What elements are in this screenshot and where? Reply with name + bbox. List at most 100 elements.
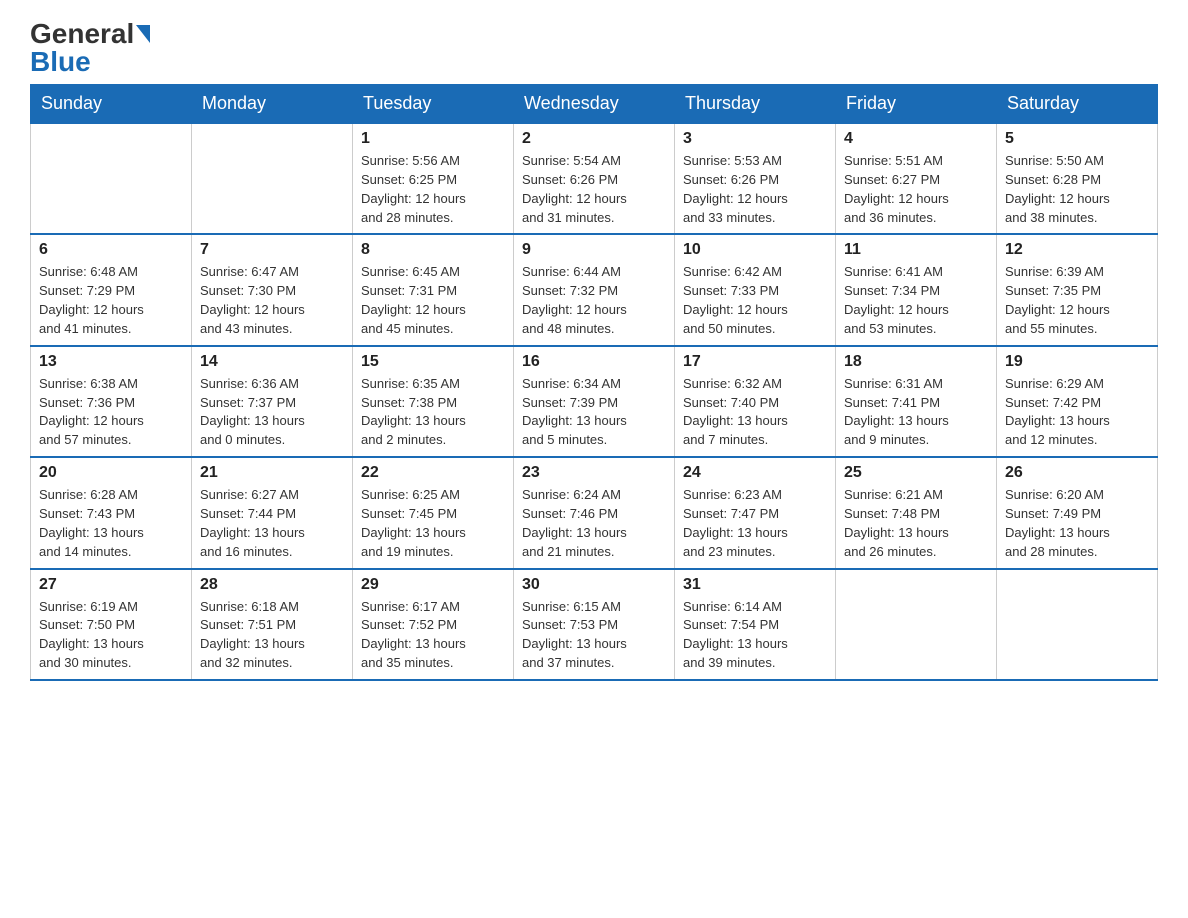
day-number: 9 [522,241,666,259]
day-number: 22 [361,464,505,482]
calendar-cell: 11 Sunrise: 6:41 AM Sunset: 7:34 PM Dayli… [836,234,997,345]
calendar-cell: 8 Sunrise: 6:45 AM Sunset: 7:31 PM Daylig… [353,234,514,345]
calendar-cell: 18 Sunrise: 6:31 AM Sunset: 7:41 PM Dayli… [836,346,997,457]
day-number: 8 [361,241,505,259]
calendar-cell: 26 Sunrise: 6:20 AM Sunset: 7:49 PM Dayli… [997,457,1158,568]
calendar-week-row: 27Sunrise: 6:19 AM Sunset: 7:50 PM Dayli… [31,569,1158,680]
calendar-cell: 1Sunrise: 5:56 AM Sunset: 6:25 PM Daylig… [353,123,514,234]
day-info: Sunrise: 6:17 AM Sunset: 7:52 PM Dayligh… [361,598,505,673]
calendar-table: SundayMondayTuesdayWednesdayThursdayFrid… [30,84,1158,681]
weekday-header-sunday: Sunday [31,85,192,124]
day-number: 23 [522,464,666,482]
day-number: 28 [200,576,344,594]
weekday-header-wednesday: Wednesday [514,85,675,124]
day-number: 19 [1005,353,1149,371]
day-number: 3 [683,130,827,148]
day-number: 10 [683,241,827,259]
calendar-week-row: 6Sunrise: 6:48 AM Sunset: 7:29 PM Daylig… [31,234,1158,345]
day-info: Sunrise: 6:18 AM Sunset: 7:51 PM Dayligh… [200,598,344,673]
day-number: 17 [683,353,827,371]
calendar-cell: 14 Sunrise: 6:36 AM Sunset: 7:37 PM Dayli… [192,346,353,457]
day-info: Sunrise: 5:54 AM Sunset: 6:26 PM Dayligh… [522,152,666,227]
calendar-cell: 13 Sunrise: 6:38 AM Sunset: 7:36 PM Dayli… [31,346,192,457]
calendar-cell: 25Sunrise: 6:21 AM Sunset: 7:48 PM Dayli… [836,457,997,568]
calendar-cell: 5 Sunrise: 5:50 AM Sunset: 6:28 PM Daylig… [997,123,1158,234]
day-number: 13 [39,353,183,371]
logo: General Blue [30,20,150,76]
calendar-cell [836,569,997,680]
day-number: 20 [39,464,183,482]
day-info: Sunrise: 5:53 AM Sunset: 6:26 PM Dayligh… [683,152,827,227]
calendar-week-row: 20 Sunrise: 6:28 AM Sunset: 7:43 PM Dayli… [31,457,1158,568]
calendar-cell: 28 Sunrise: 6:18 AM Sunset: 7:51 PM Dayli… [192,569,353,680]
weekday-header-tuesday: Tuesday [353,85,514,124]
calendar-cell: 20 Sunrise: 6:28 AM Sunset: 7:43 PM Dayli… [31,457,192,568]
day-number: 24 [683,464,827,482]
day-number: 12 [1005,241,1149,259]
day-info: Sunrise: 6:14 AM Sunset: 7:54 PM Dayligh… [683,598,827,673]
day-info: Sunrise: 6:20 AM Sunset: 7:49 PM Dayligh… [1005,486,1149,561]
day-info: Sunrise: 6:31 AM Sunset: 7:41 PM Dayligh… [844,375,988,450]
day-info: Sunrise: 5:51 AM Sunset: 6:27 PM Dayligh… [844,152,988,227]
day-info: Sunrise: 6:24 AM Sunset: 7:46 PM Dayligh… [522,486,666,561]
day-number: 14 [200,353,344,371]
calendar-cell: 7Sunrise: 6:47 AM Sunset: 7:30 PM Daylig… [192,234,353,345]
day-number: 21 [200,464,344,482]
day-number: 5 [1005,130,1149,148]
day-info: Sunrise: 6:23 AM Sunset: 7:47 PM Dayligh… [683,486,827,561]
day-info: Sunrise: 6:36 AM Sunset: 7:37 PM Dayligh… [200,375,344,450]
calendar-header-row: SundayMondayTuesdayWednesdayThursdayFrid… [31,85,1158,124]
day-info: Sunrise: 6:45 AM Sunset: 7:31 PM Dayligh… [361,263,505,338]
day-number: 2 [522,130,666,148]
calendar-cell: 2 Sunrise: 5:54 AM Sunset: 6:26 PM Daylig… [514,123,675,234]
calendar-cell: 23 Sunrise: 6:24 AM Sunset: 7:46 PM Dayli… [514,457,675,568]
calendar-cell: 12Sunrise: 6:39 AM Sunset: 7:35 PM Dayli… [997,234,1158,345]
day-number: 31 [683,576,827,594]
day-info: Sunrise: 6:29 AM Sunset: 7:42 PM Dayligh… [1005,375,1149,450]
calendar-cell: 4 Sunrise: 5:51 AM Sunset: 6:27 PM Daylig… [836,123,997,234]
day-info: Sunrise: 6:27 AM Sunset: 7:44 PM Dayligh… [200,486,344,561]
calendar-cell: 3 Sunrise: 5:53 AM Sunset: 6:26 PM Daylig… [675,123,836,234]
weekday-header-friday: Friday [836,85,997,124]
calendar-cell: 19 Sunrise: 6:29 AM Sunset: 7:42 PM Dayli… [997,346,1158,457]
calendar-cell [997,569,1158,680]
day-number: 11 [844,241,988,259]
day-number: 18 [844,353,988,371]
logo-blue: Blue [30,48,150,76]
calendar-cell: 24 Sunrise: 6:23 AM Sunset: 7:47 PM Dayli… [675,457,836,568]
day-info: Sunrise: 6:42 AM Sunset: 7:33 PM Dayligh… [683,263,827,338]
calendar-cell: 10 Sunrise: 6:42 AM Sunset: 7:33 PM Dayli… [675,234,836,345]
calendar-cell: 27Sunrise: 6:19 AM Sunset: 7:50 PM Dayli… [31,569,192,680]
calendar-cell [31,123,192,234]
weekday-header-saturday: Saturday [997,85,1158,124]
day-number: 16 [522,353,666,371]
day-number: 29 [361,576,505,594]
day-info: Sunrise: 6:28 AM Sunset: 7:43 PM Dayligh… [39,486,183,561]
day-number: 25 [844,464,988,482]
day-number: 15 [361,353,505,371]
day-info: Sunrise: 6:38 AM Sunset: 7:36 PM Dayligh… [39,375,183,450]
calendar-cell: 29 Sunrise: 6:17 AM Sunset: 7:52 PM Dayli… [353,569,514,680]
day-number: 6 [39,241,183,259]
day-info: Sunrise: 5:50 AM Sunset: 6:28 PM Dayligh… [1005,152,1149,227]
day-number: 4 [844,130,988,148]
day-number: 30 [522,576,666,594]
page-header: General Blue [30,20,1158,76]
day-info: Sunrise: 5:56 AM Sunset: 6:25 PM Dayligh… [361,152,505,227]
calendar-cell: 30 Sunrise: 6:15 AM Sunset: 7:53 PM Dayli… [514,569,675,680]
logo-general: General [30,20,134,48]
day-info: Sunrise: 6:47 AM Sunset: 7:30 PM Dayligh… [200,263,344,338]
weekday-header-thursday: Thursday [675,85,836,124]
day-info: Sunrise: 6:41 AM Sunset: 7:34 PM Dayligh… [844,263,988,338]
day-info: Sunrise: 6:35 AM Sunset: 7:38 PM Dayligh… [361,375,505,450]
weekday-header-monday: Monday [192,85,353,124]
day-number: 26 [1005,464,1149,482]
day-info: Sunrise: 6:15 AM Sunset: 7:53 PM Dayligh… [522,598,666,673]
calendar-cell: 15 Sunrise: 6:35 AM Sunset: 7:38 PM Dayli… [353,346,514,457]
day-info: Sunrise: 6:19 AM Sunset: 7:50 PM Dayligh… [39,598,183,673]
calendar-week-row: 1Sunrise: 5:56 AM Sunset: 6:25 PM Daylig… [31,123,1158,234]
logo-arrow-icon [136,25,150,43]
day-info: Sunrise: 6:32 AM Sunset: 7:40 PM Dayligh… [683,375,827,450]
calendar-cell: 31 Sunrise: 6:14 AM Sunset: 7:54 PM Dayli… [675,569,836,680]
calendar-week-row: 13 Sunrise: 6:38 AM Sunset: 7:36 PM Dayli… [31,346,1158,457]
